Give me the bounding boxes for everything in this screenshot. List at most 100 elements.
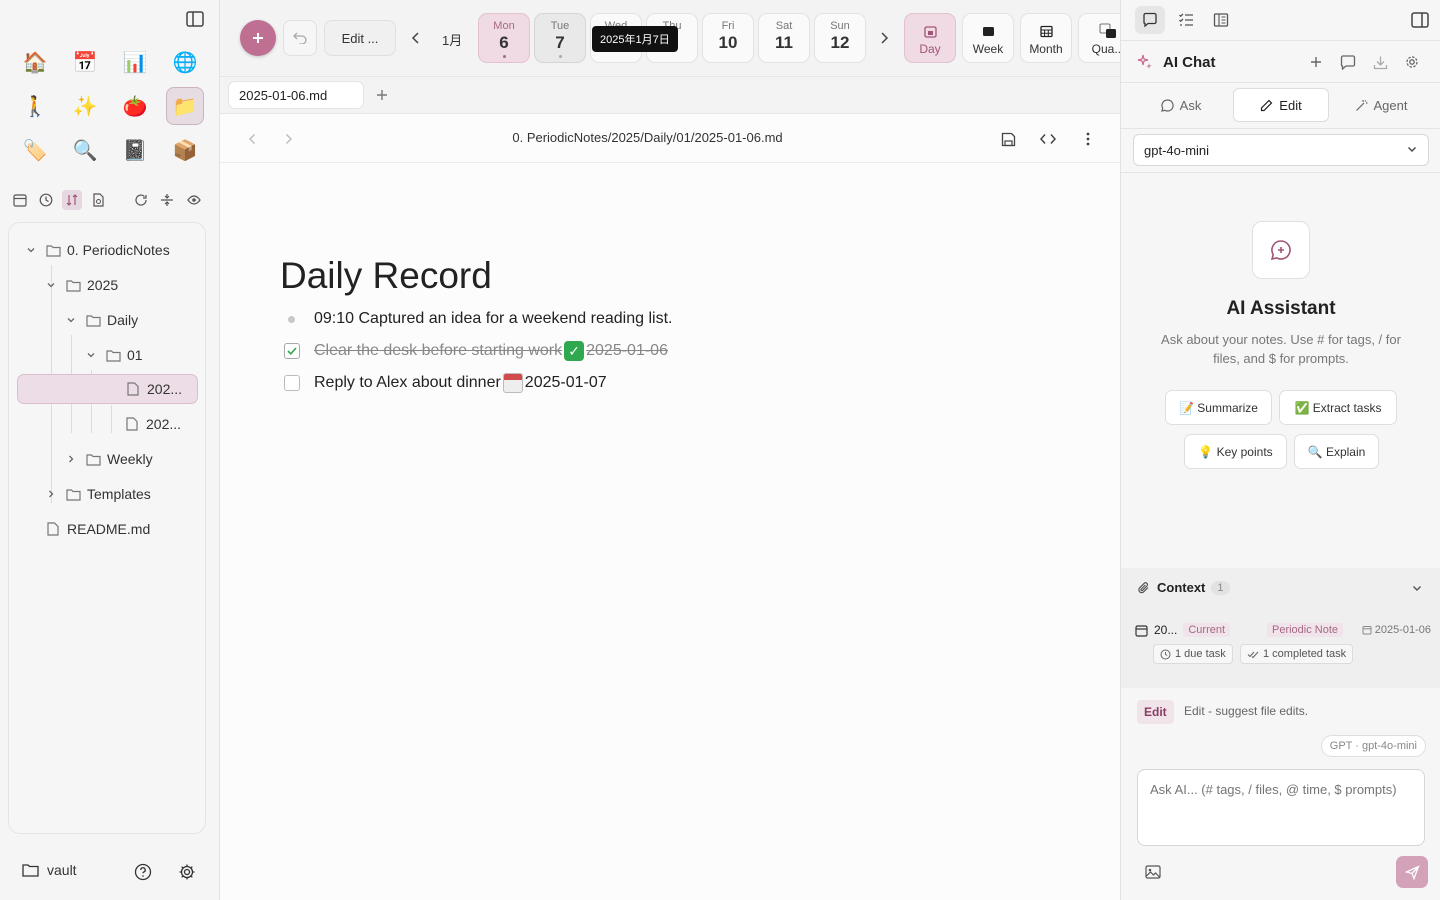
chevron-down-icon [43,277,59,293]
view-week-button[interactable]: Week [962,13,1014,63]
new-tab-icon[interactable] [373,86,391,104]
folder-icon [85,451,101,467]
extract-tasks-button[interactable]: ✅ Extract tasks [1279,390,1397,425]
chat-history-icon[interactable] [1338,52,1358,72]
tree-folder-daily[interactable]: Daily [63,305,201,335]
tree-file-readme[interactable]: README.md [45,514,201,544]
clock-icon[interactable] [36,190,56,210]
globe-icon[interactable]: 🌐 [166,43,204,81]
next-week-icon[interactable] [874,28,894,48]
chevron-down-icon[interactable] [1411,582,1423,594]
chat-input[interactable] [1137,769,1425,846]
paperclip-icon [1138,581,1149,593]
save-icon[interactable] [998,129,1018,149]
task-due-date: 2025-01-07 [524,374,607,391]
task-checkbox[interactable] [284,343,300,359]
tree-item-label: Weekly [107,451,153,467]
collapse-icon[interactable] [157,190,177,210]
ai-chat-panel: AI Chat Ask Edit Agent gpt-4o-mini AI As… [1120,0,1440,900]
tree-folder-periodicnotes[interactable]: 0. PeriodicNotes [23,235,201,265]
context-header[interactable]: Context 1 [1137,580,1230,595]
calendar-emoji-icon [502,373,523,393]
tree-item-label: 2025 [87,277,119,293]
help-icon[interactable] [133,862,153,882]
sidebar-toggle-icon[interactable] [184,9,206,29]
task-list-icon[interactable] [1171,6,1201,34]
settings-gear-icon[interactable] [177,862,197,882]
context-item[interactable]: 20... Current Periodic Note 2025-01-06 [1135,620,1431,640]
eye-icon[interactable] [184,190,204,210]
magic-wand-icon [1355,99,1367,111]
task-item: Reply to Alex about dinner 2025-01-07 [280,367,1080,399]
tree-folder-weekly[interactable]: Weekly [63,444,201,474]
download-icon[interactable] [1370,52,1390,72]
tree-folder-01[interactable]: 01 [83,340,201,370]
box-icon[interactable]: 📦 [166,131,204,169]
source-code-icon[interactable] [1038,129,1058,149]
completed-task-text: 1 completed task [1263,648,1347,660]
search-icon[interactable]: 🔍 [66,131,104,169]
calendar-plus-icon[interactable] [10,190,30,210]
view-label: Day [919,42,941,56]
summarize-button[interactable]: 📝 Summarize [1165,390,1272,425]
sort-icon[interactable] [62,190,82,210]
outline-icon[interactable] [1206,6,1236,34]
file-tree-toolbar [10,190,210,210]
chat-bubble-icon[interactable] [1135,6,1165,34]
tree-file[interactable]: 202... [124,409,200,439]
day-friday[interactable]: Fri 10 [702,13,754,63]
day-saturday[interactable]: Sat 11 [758,13,810,63]
tree-item-label: 01 [127,347,143,363]
calendar-month-icon [1039,23,1053,39]
model-select[interactable]: gpt-4o-mini [1133,134,1429,166]
sparkles-icon[interactable]: ✨ [66,87,104,125]
list-item-text: 09:10 Captured an idea for a weekend rea… [314,310,673,327]
mode-edit-tab[interactable]: Edit [1233,88,1329,122]
refresh-icon[interactable] [131,190,151,210]
walking-icon[interactable]: 🚶 [16,87,54,125]
tree-item-label: 202... [147,381,183,397]
task-checkbox[interactable] [284,375,300,391]
tab-note[interactable]: 2025-01-06.md [228,81,364,109]
tree-folder-2025[interactable]: 2025 [43,270,201,300]
undo-button[interactable] [283,20,317,56]
file-clock-icon[interactable] [88,190,108,210]
home-icon[interactable]: 🏠 [16,43,54,81]
tree-folder-templates[interactable]: Templates [43,479,201,509]
day-name: Sun [830,20,850,32]
chat-settings-icon[interactable] [1402,52,1422,72]
mode-ask-tab[interactable]: Ask [1133,88,1229,122]
folder-icon [65,486,81,502]
day-sunday[interactable]: Sun 12 [814,13,866,63]
tree-item-label: 202... [146,416,182,432]
mode-agent-tab[interactable]: Agent [1333,88,1429,122]
folder-icon[interactable]: 📁 [166,87,204,125]
more-options-icon[interactable] [1078,129,1098,149]
undo-icon [293,32,307,44]
edit-button[interactable]: Edit ... [324,20,396,56]
tree-file-active[interactable]: 202... [17,374,198,404]
prev-week-icon[interactable] [406,28,426,48]
vault-switcher[interactable]: vault [22,862,77,878]
view-month-button[interactable]: Month [1020,13,1072,63]
calendar-icon[interactable]: 📅 [66,43,104,81]
chat-mode-tabs: Ask Edit Agent [1121,88,1440,122]
key-points-button[interactable]: 💡 Key points [1184,434,1287,469]
notebook-icon[interactable]: 📓 [116,131,154,169]
chart-icon[interactable]: 📊 [116,43,154,81]
month-label[interactable]: 1月 [442,30,462,49]
day-monday[interactable]: Mon 6 [478,13,530,63]
model-pill[interactable]: GPT · gpt-4o-mini [1320,735,1426,757]
view-day-button[interactable]: Day [904,13,956,63]
new-chat-icon[interactable] [1306,52,1326,72]
explain-button[interactable]: 🔍 Explain [1294,434,1379,469]
image-attach-icon[interactable] [1143,862,1163,882]
due-task-pill: 1 due task [1153,644,1233,664]
tag-icon[interactable]: 🏷️ [16,131,54,169]
new-note-button[interactable] [240,20,276,56]
tomato-icon[interactable]: 🍅 [116,87,154,125]
day-tuesday[interactable]: Tue 7 [534,13,586,63]
right-sidebar-toggle-icon[interactable] [1405,6,1435,34]
send-button[interactable] [1396,856,1428,888]
view-quarter-button[interactable]: Qua... [1078,13,1120,63]
